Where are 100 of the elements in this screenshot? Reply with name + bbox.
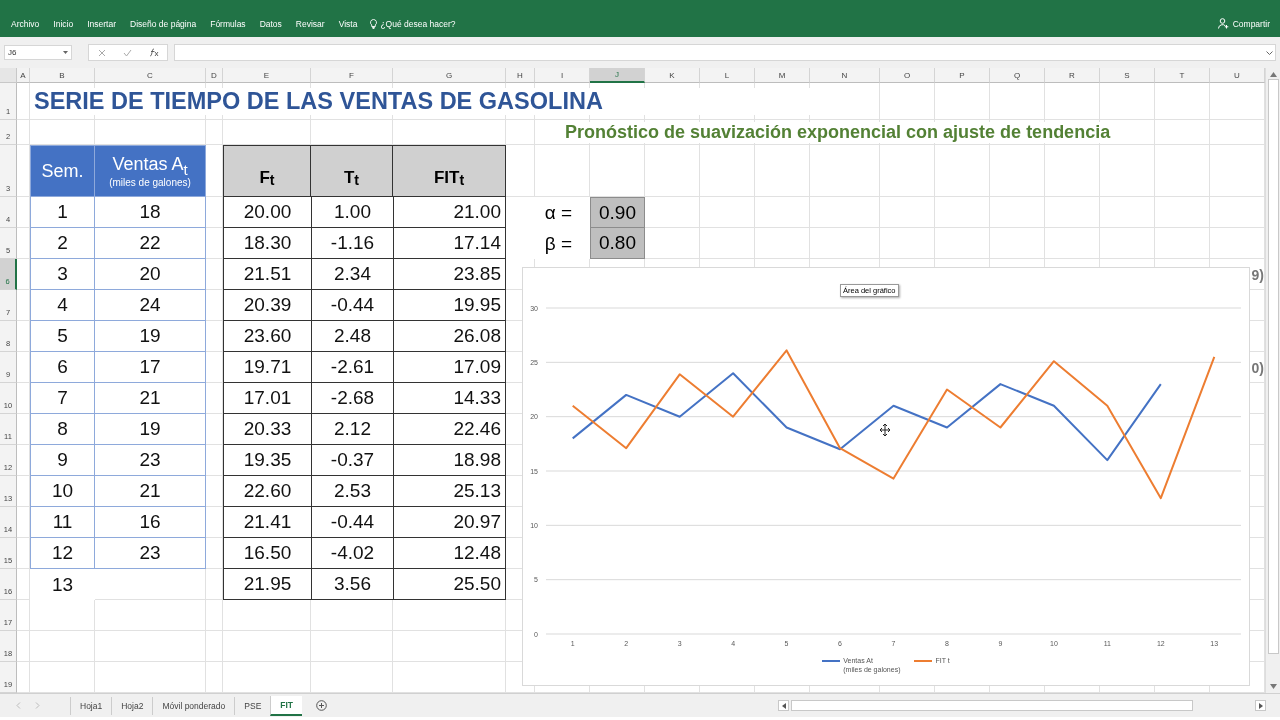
cell-text: 9) (1250, 265, 1265, 285)
scroll-left-icon[interactable] (781, 702, 786, 709)
table-cell: 21.41 (223, 507, 311, 538)
previous-icon[interactable] (16, 702, 21, 709)
table-cell: -2.68 (311, 383, 393, 414)
table-cell: 21.95 (223, 569, 311, 600)
table-cell: 3.56 (311, 569, 393, 600)
column-header[interactable]: B (30, 68, 95, 83)
ribbon-tab[interactable]: Datos (252, 18, 289, 29)
share-button[interactable]: Compartir (1211, 10, 1276, 37)
check-icon[interactable] (122, 48, 132, 57)
table-cell: 8 (30, 414, 95, 445)
column-header[interactable]: C (95, 68, 206, 83)
tell-me-field[interactable]: ¿Qué desea hacer? (380, 18, 456, 29)
table-cell: 14.33 (393, 383, 506, 414)
ribbon-tab[interactable]: Diseño de página (123, 18, 204, 29)
table-cell: 7 (30, 383, 95, 414)
column-header[interactable]: I (535, 68, 590, 83)
table-cell: 20.33 (223, 414, 311, 445)
column-header[interactable]: M (755, 68, 810, 83)
ribbon-tab[interactable]: Inicio (46, 18, 81, 29)
table-cell: 20.39 (223, 290, 311, 321)
table-cell: -0.44 (311, 507, 393, 538)
select-all-button[interactable] (0, 68, 17, 83)
column-header[interactable]: Q (990, 68, 1045, 83)
ribbon-tab[interactable]: Revisar (288, 18, 332, 29)
ribbon-tab[interactable]: Fórmulas (203, 18, 253, 29)
table-header: FIT$_{t}$ (393, 145, 506, 197)
table-cell: 1 (30, 197, 95, 228)
column-header[interactable]: A (17, 68, 30, 83)
column-header[interactable]: T (1155, 68, 1210, 83)
scroll-up-icon[interactable] (1269, 72, 1277, 77)
scroll-down-icon[interactable] (1269, 684, 1277, 689)
caret-icon (63, 51, 68, 54)
function-icon[interactable] (148, 48, 159, 57)
table-cell: -0.37 (311, 445, 393, 476)
table-cell: 17.01 (223, 383, 311, 414)
vertical-scrollbar[interactable] (1265, 68, 1280, 693)
move-cursor-icon (879, 423, 891, 437)
table-cell: 21 (95, 383, 206, 414)
column-header[interactable]: K (645, 68, 700, 83)
table-cell: 23.85 (393, 259, 506, 290)
column-header[interactable]: E (223, 68, 311, 83)
column-header[interactable]: J (590, 68, 645, 83)
column-header[interactable]: S (1100, 68, 1155, 83)
table-cell: 20 (95, 259, 206, 290)
table-cell: 3 (30, 259, 95, 290)
table-cell: 2.48 (311, 321, 393, 352)
column-header[interactable]: H (506, 68, 535, 83)
table-cell: 13 (30, 569, 95, 600)
table-cell: -1.16 (311, 228, 393, 259)
scroll-right-icon[interactable] (1258, 702, 1263, 709)
column-header[interactable]: F (311, 68, 393, 83)
table-cell: 25.13 (393, 476, 506, 507)
formula-input[interactable] (174, 44, 1276, 61)
table-cell: 22.46 (393, 414, 506, 445)
table-cell: 4 (30, 290, 95, 321)
table-cell: 16.50 (223, 538, 311, 569)
table-cell: 17.09 (393, 352, 506, 383)
table-cell: 2 (30, 228, 95, 259)
table-cell: 21 (95, 476, 206, 507)
table-cell: 2.53 (311, 476, 393, 507)
table-cell: 17 (95, 352, 206, 383)
close-icon[interactable] (97, 48, 106, 57)
table-cell: 2.34 (311, 259, 393, 290)
parameter-value: 0.80 (590, 228, 645, 259)
add-icon[interactable] (316, 700, 328, 711)
ribbon-tab[interactable]: Archivo (4, 18, 47, 29)
sheet-tab[interactable]: Hoja1 (70, 696, 112, 715)
column-header[interactable]: D (206, 68, 223, 83)
header-label: Ventas A$_{t}$ (112, 153, 188, 178)
table-header: F$_{t}$ (223, 145, 311, 197)
sheet-tab[interactable]: FIT (270, 695, 303, 716)
table-cell: 12.48 (393, 538, 506, 569)
table-cell: 21.00 (393, 197, 506, 228)
column-header[interactable]: R (1045, 68, 1100, 83)
table-cell: 18 (95, 197, 206, 228)
column-header[interactable]: N (810, 68, 880, 83)
sheet-tab[interactable]: Móvil ponderado (152, 696, 235, 715)
unit-label: (miles de galones) (109, 177, 191, 189)
table-cell: -2.61 (311, 352, 393, 383)
next-icon[interactable] (35, 702, 40, 709)
cell-text: 0) (1250, 358, 1265, 378)
horizontal-scrollbar[interactable] (778, 699, 1266, 712)
table-cell: 23 (95, 445, 206, 476)
column-header[interactable]: U (1210, 68, 1265, 83)
ribbon-tab[interactable]: Vista (331, 18, 365, 29)
ribbon-tab[interactable]: Insertar (80, 18, 123, 29)
table-cell: 20.00 (223, 197, 311, 228)
sheet-tab[interactable]: Hoja2 (111, 696, 153, 715)
table-cell: 25.50 (393, 569, 506, 600)
table-cell: 1.00 (311, 197, 393, 228)
column-header[interactable]: O (880, 68, 935, 83)
table-cell: 19.95 (393, 290, 506, 321)
table-cell: -4.02 (311, 538, 393, 569)
table-cell: 18.98 (393, 445, 506, 476)
column-header[interactable]: G (393, 68, 506, 83)
name-box[interactable]: J6 (4, 45, 72, 60)
column-header[interactable]: P (935, 68, 990, 83)
column-header[interactable]: L (700, 68, 755, 83)
